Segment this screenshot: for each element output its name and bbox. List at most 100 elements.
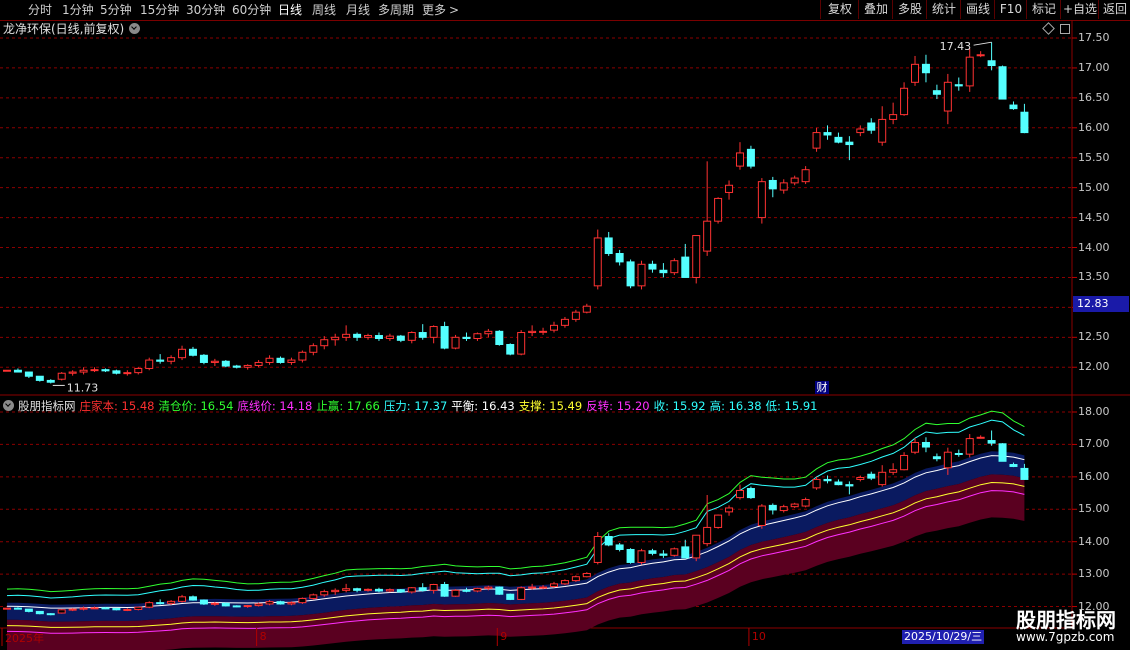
ind-candle-13 bbox=[145, 602, 154, 608]
price-axis-label-4: 15.50 bbox=[1078, 150, 1110, 164]
ind-candle-87 bbox=[954, 453, 963, 456]
ind-candle-44 bbox=[484, 586, 493, 589]
indicator-values: 庄家本: 15.48 清仓价: 16.54 底线价: 14.18 止赢: 17.66 压… bbox=[80, 399, 822, 413]
ind-candle-76 bbox=[834, 481, 843, 486]
price-candle-23 bbox=[254, 361, 263, 366]
price-candle-79 bbox=[867, 122, 876, 131]
indicator-value-10: 低: 15.91 bbox=[765, 399, 818, 413]
ind-candle-37 bbox=[407, 587, 416, 593]
price-candle-64 bbox=[703, 220, 712, 252]
kline-chart[interactable]: 17.43 11.73 bbox=[0, 0, 1130, 650]
price-candle-67 bbox=[735, 152, 744, 167]
price-candle-60 bbox=[659, 269, 668, 274]
price-candle-52 bbox=[571, 311, 580, 320]
price-candle-84 bbox=[921, 63, 930, 74]
ind-candle-78 bbox=[856, 476, 865, 480]
price-candle-7 bbox=[79, 369, 88, 373]
ind-candle-92 bbox=[1009, 464, 1018, 467]
price-candle-25 bbox=[276, 357, 285, 363]
price-candle-63 bbox=[692, 235, 701, 278]
watermark-text: 股朋指标网 bbox=[1016, 608, 1116, 632]
indicator-value-6: 支撑: 15.49 bbox=[518, 399, 583, 413]
price-candle-18 bbox=[199, 354, 208, 363]
price-candle-70 bbox=[768, 179, 777, 190]
price-candle-37 bbox=[407, 332, 416, 341]
price-candle-65 bbox=[714, 197, 723, 222]
ind-candle-64 bbox=[703, 526, 712, 545]
high-marker-label: 17.43 bbox=[940, 40, 972, 53]
ind-candle-71 bbox=[779, 506, 788, 512]
ind-candle-46 bbox=[506, 593, 515, 600]
price-candle-14 bbox=[156, 359, 165, 362]
price-candle-44 bbox=[484, 330, 493, 335]
price-candle-46 bbox=[506, 344, 515, 355]
price-candle-21 bbox=[232, 365, 241, 368]
price-axis-label-5: 15.00 bbox=[1078, 180, 1110, 194]
ind-candle-26 bbox=[287, 602, 296, 605]
price-candle-93 bbox=[1020, 111, 1029, 134]
price-candle-85 bbox=[932, 90, 941, 95]
indicator-name: 股朋指标网 bbox=[18, 399, 76, 413]
price-candle-76 bbox=[834, 136, 843, 143]
price-candle-9 bbox=[101, 369, 110, 372]
ind-candle-11 bbox=[123, 608, 132, 611]
finance-event-badge[interactable]: 财 bbox=[815, 381, 829, 394]
indicator-value-1: 清仓价: 16.54 bbox=[158, 399, 234, 413]
ind-candle-27 bbox=[298, 597, 307, 604]
price-candle-89 bbox=[976, 54, 985, 57]
ind-candle-79 bbox=[867, 473, 876, 479]
price-candle-77 bbox=[845, 141, 854, 146]
ind-candle-22 bbox=[243, 605, 252, 608]
price-candle-33 bbox=[364, 335, 373, 338]
price-candle-41 bbox=[451, 336, 460, 349]
indicator-dropdown-icon[interactable] bbox=[3, 400, 14, 411]
indicator-value-3: 止赢: 17.66 bbox=[316, 399, 380, 413]
ind-candle-20 bbox=[221, 602, 230, 607]
ind-candle-34 bbox=[374, 588, 383, 592]
indicator-value-9: 高: 16.38 bbox=[709, 399, 762, 413]
price-candle-38 bbox=[418, 332, 427, 338]
ind-candle-31 bbox=[342, 588, 351, 591]
price-candle-31 bbox=[342, 333, 351, 338]
price-axis-label-11: 12.00 bbox=[1078, 360, 1110, 374]
price-candle-27 bbox=[298, 351, 307, 361]
ind-candle-24 bbox=[265, 601, 274, 605]
ind-candle-8 bbox=[90, 607, 99, 610]
ind-candle-89 bbox=[976, 436, 985, 439]
price-candle-71 bbox=[779, 182, 788, 191]
ind-candle-77 bbox=[845, 484, 854, 487]
price-candle-42 bbox=[462, 336, 471, 340]
price-candle-24 bbox=[265, 357, 274, 363]
ind-candle-63 bbox=[692, 534, 701, 559]
price-candle-61 bbox=[670, 260, 679, 274]
ind-candle-39 bbox=[429, 583, 438, 591]
price-candle-59 bbox=[648, 263, 657, 270]
price-candle-66 bbox=[725, 184, 734, 193]
ind-candle-74 bbox=[812, 478, 821, 489]
price-candle-12 bbox=[134, 367, 143, 374]
price-candle-19 bbox=[210, 360, 219, 363]
ind-candle-58 bbox=[637, 550, 646, 563]
ind-candle-3 bbox=[35, 610, 44, 615]
price-axis-label-6: 14.50 bbox=[1078, 210, 1110, 224]
ind-candle-6 bbox=[68, 608, 77, 611]
price-candle-49 bbox=[539, 330, 548, 333]
price-axis-label-3: 16.00 bbox=[1078, 120, 1110, 134]
price-candle-88 bbox=[965, 56, 974, 87]
price-candle-28 bbox=[309, 345, 318, 353]
price-axis-label-7: 14.00 bbox=[1078, 240, 1110, 254]
ind-candle-57 bbox=[626, 548, 635, 563]
ind-candle-48 bbox=[528, 586, 537, 589]
ind-candle-62 bbox=[681, 546, 690, 559]
ind-candle-35 bbox=[385, 589, 394, 592]
ind-axis-label-3: 15.00 bbox=[1078, 502, 1110, 516]
price-candle-4 bbox=[46, 379, 55, 383]
ind-candle-7 bbox=[79, 607, 88, 610]
ind-candle-65 bbox=[714, 514, 723, 528]
price-candle-75 bbox=[823, 132, 832, 136]
price-candle-22 bbox=[243, 364, 252, 368]
price-candle-3 bbox=[35, 375, 44, 381]
ind-candle-73 bbox=[801, 499, 810, 507]
price-axis-label-0: 17.50 bbox=[1078, 31, 1110, 44]
selected-date-label: 2025/10/29/三 bbox=[902, 630, 985, 644]
